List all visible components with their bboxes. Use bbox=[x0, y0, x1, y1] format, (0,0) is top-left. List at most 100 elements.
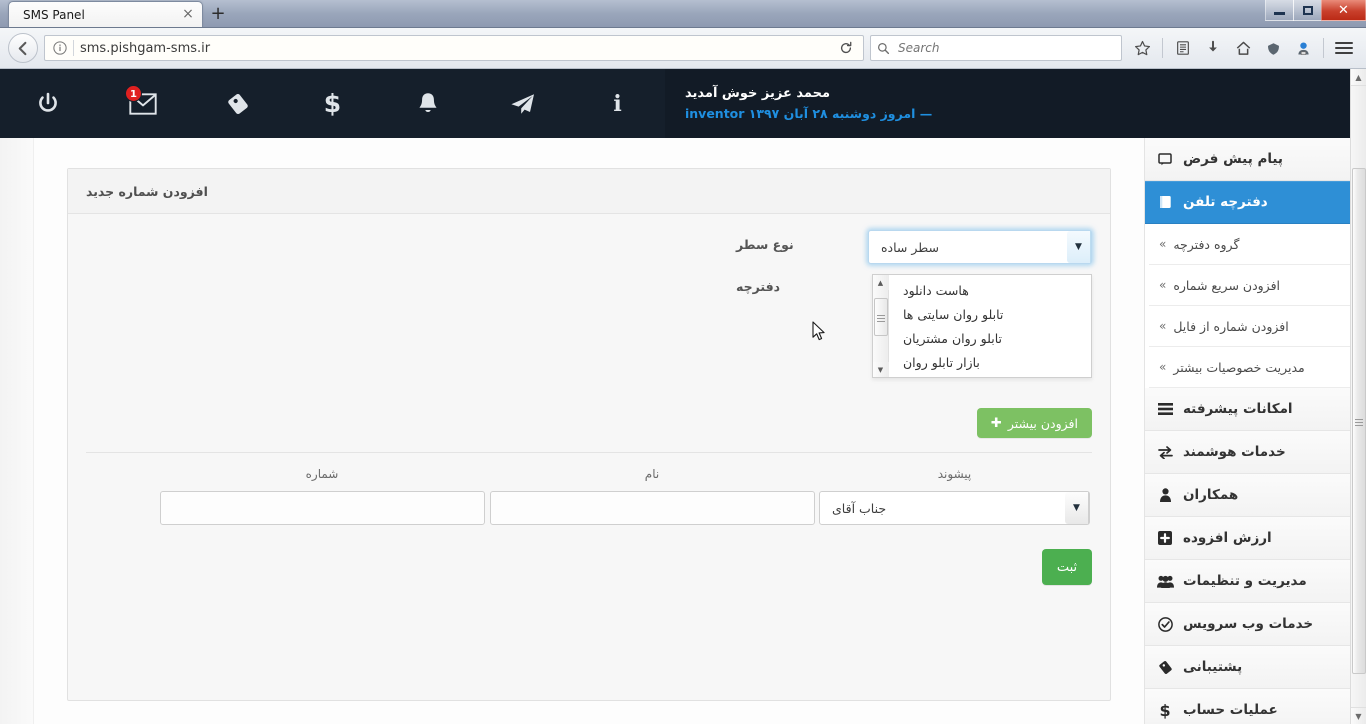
dropdown-option[interactable]: بازار تابلو روان bbox=[889, 350, 1091, 374]
home-icon[interactable] bbox=[1229, 34, 1257, 62]
dollar-icon[interactable]: $ bbox=[285, 69, 380, 138]
page-viewport: 1 $ i محمد عزیز خوش آمدید — امروز دوشنبه… bbox=[0, 69, 1366, 724]
name-input[interactable] bbox=[489, 491, 815, 525]
site-info-icon[interactable] bbox=[49, 37, 71, 59]
submenu-item-phonebook-group[interactable]: گروه دفترچه » bbox=[1149, 224, 1350, 265]
sidebar-item-smart-services[interactable]: خدمات هوشمند bbox=[1145, 431, 1350, 474]
add-more-button[interactable]: افزودن بیشتر ✚ bbox=[976, 408, 1092, 438]
dropdown-option[interactable]: هاست دانلود bbox=[889, 278, 1091, 302]
dropdown-scroll-thumb[interactable] bbox=[873, 298, 888, 336]
browser-titlebar: SMS Panel × + ✕ bbox=[0, 0, 1366, 28]
downloads-icon[interactable] bbox=[1199, 34, 1227, 62]
dropdown-option[interactable]: تابلو روان سایتی ها bbox=[889, 302, 1091, 326]
scroll-down-icon[interactable]: ▼ bbox=[1350, 707, 1366, 724]
list-icon bbox=[1155, 403, 1175, 415]
hamburger-menu-icon[interactable] bbox=[1330, 34, 1358, 62]
dropdown-scrollbar[interactable]: ▲ ▼ bbox=[872, 275, 889, 377]
sidebar-item-support[interactable]: پشتیبانی bbox=[1145, 646, 1350, 689]
sidebar-item-phonebook[interactable]: دفترچه تلفن bbox=[1145, 181, 1350, 224]
welcome-date-line: — امروز دوشنبه ۲۸ آبان ۱۳۹۷ inventor bbox=[685, 106, 932, 121]
row-type-select[interactable]: ▼ سطر ساده bbox=[868, 230, 1092, 264]
scroll-grip-icon bbox=[876, 313, 885, 322]
sidebar-item-web-service[interactable]: خدمات وب سرویس bbox=[1145, 603, 1350, 646]
prefix-select[interactable]: ▼ جناب آقای bbox=[819, 491, 1090, 525]
chevron-down-icon[interactable]: ▼ bbox=[1067, 231, 1091, 263]
page-scroll-thumb[interactable] bbox=[1351, 168, 1366, 674]
sidebar: پیام پیش فرض دفترچه تلفن گروه دفترچه » ا… bbox=[1144, 138, 1350, 724]
sidebar-item-advanced-features[interactable]: امکانات پیشرفته bbox=[1145, 388, 1350, 431]
username-label: inventor bbox=[685, 106, 745, 121]
minimize-button[interactable] bbox=[1265, 0, 1294, 21]
mail-icon[interactable]: 1 bbox=[95, 69, 190, 138]
page-scrollbar[interactable]: ▲ ▼ bbox=[1350, 69, 1366, 724]
sidebar-item-label: خدمات وب سرویس bbox=[1183, 616, 1314, 632]
account-lock-icon[interactable] bbox=[1289, 34, 1317, 62]
column-header-prefix: پیشوند bbox=[937, 467, 972, 481]
url-separator bbox=[73, 40, 74, 56]
prefix-select-value: جناب آقای bbox=[832, 500, 887, 516]
window-controls: ✕ bbox=[1265, 0, 1366, 22]
toolbar-divider-2 bbox=[1323, 38, 1324, 58]
search-icon bbox=[878, 42, 890, 54]
sidebar-item-management-settings[interactable]: مدیریت و تنظیمات bbox=[1145, 560, 1350, 603]
sidebar-item-account-operations[interactable]: عملیات حساب $ bbox=[1145, 689, 1350, 724]
scroll-down-icon[interactable]: ▼ bbox=[872, 362, 889, 377]
web-page: 1 $ i محمد عزیز خوش آمدید — امروز دوشنبه… bbox=[0, 69, 1350, 724]
info-icon[interactable]: i bbox=[570, 69, 665, 138]
scroll-up-icon[interactable]: ▲ bbox=[1350, 69, 1366, 86]
phonebook-field: ▲ ▼ هاست دانلود تابلو روان سایتی ها تابل… bbox=[868, 272, 1092, 382]
reload-icon[interactable] bbox=[833, 35, 859, 61]
submit-button[interactable]: ثبت bbox=[1042, 549, 1092, 585]
scroll-up-icon[interactable]: ▲ bbox=[872, 275, 889, 290]
close-tab-icon[interactable]: × bbox=[180, 6, 196, 23]
chevron-down-icon[interactable]: ▼ bbox=[1065, 492, 1089, 524]
app-topbar-icon-group: 1 $ i bbox=[0, 69, 665, 138]
submenu-item-label: افزودن سریع شماره bbox=[1173, 277, 1281, 293]
back-icon[interactable] bbox=[8, 33, 38, 63]
plus-square-icon bbox=[1155, 531, 1175, 545]
reader-list-icon[interactable] bbox=[1169, 34, 1197, 62]
browser-tab[interactable]: SMS Panel × bbox=[8, 1, 203, 27]
phonebook-dropdown-list[interactable]: ▲ ▼ هاست دانلود تابلو روان سایتی ها تابل… bbox=[872, 274, 1092, 378]
bookmark-star-icon[interactable] bbox=[1128, 34, 1156, 62]
column-header-number: شماره bbox=[305, 467, 339, 481]
url-bar[interactable]: sms.pishgam-sms.ir bbox=[44, 35, 864, 61]
number-input[interactable] bbox=[159, 491, 485, 525]
tag-icon[interactable] bbox=[190, 69, 285, 138]
power-icon[interactable] bbox=[0, 69, 95, 138]
submenu-item-manage-more-attributes[interactable]: مدیریت خصوصیات بیشتر » bbox=[1149, 347, 1350, 388]
shield-icon[interactable] bbox=[1259, 34, 1287, 62]
row-type-select-value: سطر ساده bbox=[881, 239, 939, 255]
bell-icon[interactable] bbox=[380, 69, 475, 138]
content-card: افزودن شماره جدید نوع سطر ▼ سطر ساده دفت… bbox=[34, 138, 1144, 724]
row-type-row: نوع سطر ▼ سطر ساده bbox=[86, 230, 1092, 264]
paper-plane-icon[interactable] bbox=[475, 69, 570, 138]
left-background-strip bbox=[0, 138, 34, 724]
dropdown-options: هاست دانلود تابلو روان سایتی ها تابلو رو… bbox=[889, 275, 1091, 377]
welcome-area: محمد عزیز خوش آمدید — امروز دوشنبه ۲۸ آب… bbox=[665, 69, 1350, 138]
close-window-button[interactable]: ✕ bbox=[1321, 0, 1366, 21]
user-tie-icon bbox=[1155, 488, 1175, 502]
info-glyph: i bbox=[613, 90, 622, 117]
browser-search-bar[interactable] bbox=[870, 35, 1122, 61]
submenu-item-quick-add-number[interactable]: افزودن سریع شماره » bbox=[1149, 265, 1350, 306]
restore-button[interactable] bbox=[1293, 0, 1322, 21]
dropdown-option[interactable]: تابلو روان مشتریان bbox=[889, 326, 1091, 350]
add-more-row: افزودن بیشتر ✚ bbox=[86, 408, 1092, 452]
sidebar-item-label: خدمات هوشمند bbox=[1183, 444, 1286, 460]
table-row: ▼ جناب آقای bbox=[86, 491, 1092, 535]
page-scroll-track[interactable] bbox=[1351, 86, 1366, 707]
new-tab-icon[interactable]: + bbox=[203, 3, 233, 27]
cell-name bbox=[487, 491, 817, 525]
sidebar-item-partners[interactable]: همکاران bbox=[1145, 474, 1350, 517]
sidebar-item-label: مدیریت و تنظیمات bbox=[1183, 573, 1307, 589]
chevron-double-left-icon: » bbox=[1159, 237, 1167, 251]
app-body: پیام پیش فرض دفترچه تلفن گروه دفترچه » ا… bbox=[0, 138, 1350, 724]
dropdown-scroll-track[interactable] bbox=[873, 290, 889, 362]
search-input[interactable] bbox=[896, 40, 1115, 56]
sidebar-item-default-message[interactable]: پیام پیش فرض bbox=[1145, 138, 1350, 181]
submenu-item-add-number-from-file[interactable]: افزودن شماره از فایل » bbox=[1149, 306, 1350, 347]
sidebar-item-value-added[interactable]: ارزش افزوده bbox=[1145, 517, 1350, 560]
add-more-label: افزودن بیشتر bbox=[1007, 415, 1078, 431]
sidebar-item-label: ارزش افزوده bbox=[1183, 530, 1272, 546]
